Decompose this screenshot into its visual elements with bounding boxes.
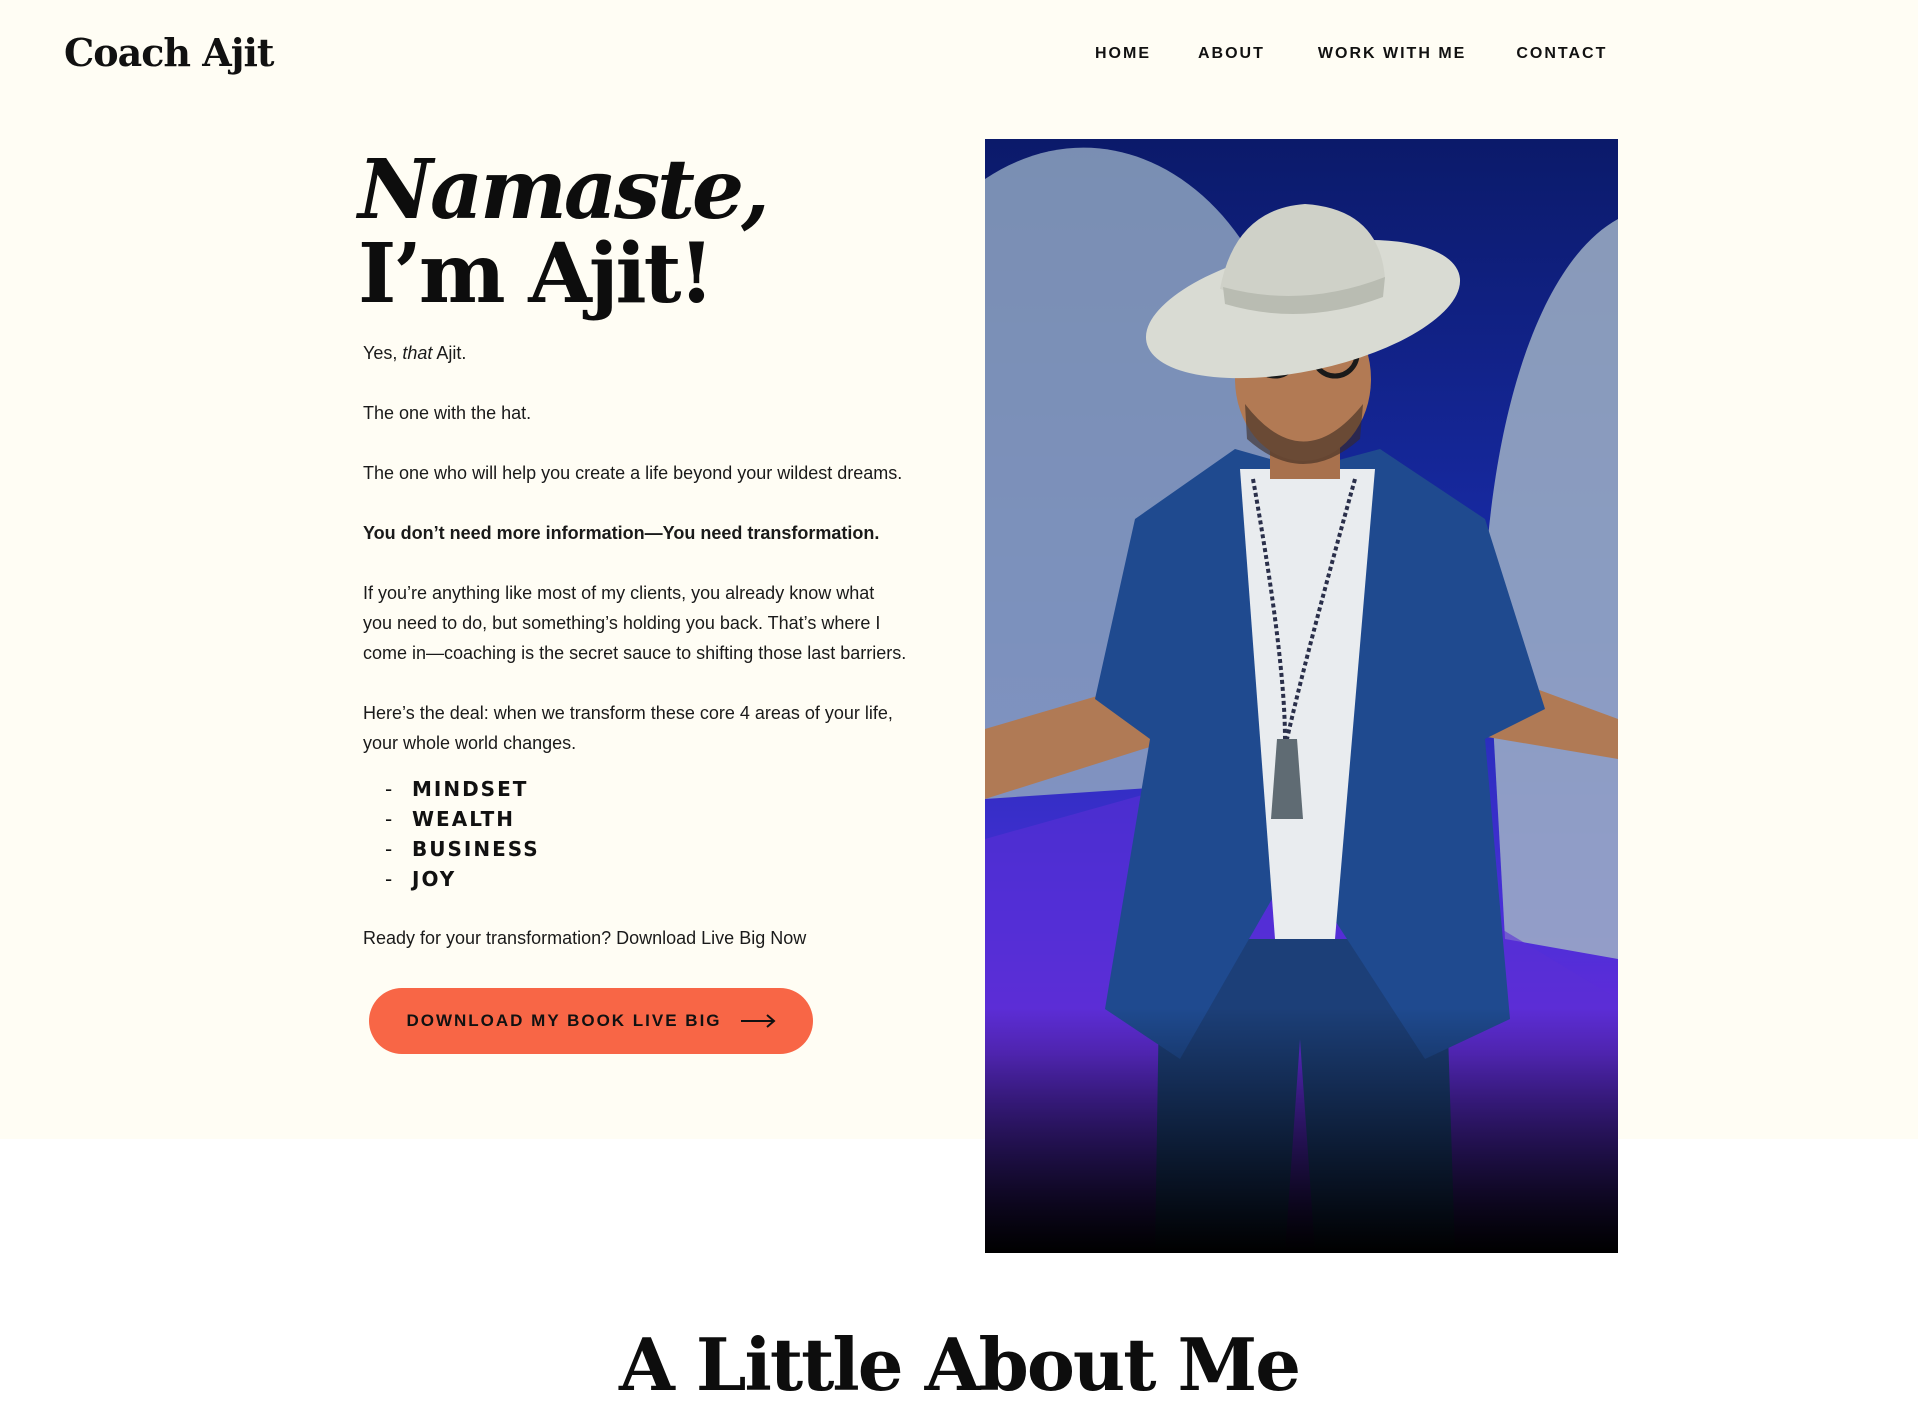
intro-paragraph-2: The one with the hat. [363, 403, 532, 423]
pillar-mindset: MINDSET [412, 777, 529, 801]
p6-line-1: Here’s the deal: when we transform these… [363, 703, 893, 723]
portrait-illustration [985, 139, 1618, 1253]
cta-lead-text: Ready for your transformation? Download … [363, 928, 807, 948]
list-item: - MINDSET [385, 774, 540, 804]
arrow-right-icon [740, 1014, 776, 1028]
portrait-photo [985, 139, 1618, 1253]
pillars-list: - MINDSET - WEALTH - BUSINESS - JOY [385, 774, 540, 894]
intro-prefix: Yes, [363, 343, 403, 363]
intro-paragraph-5: If you’re anything like most of my clien… [363, 578, 933, 668]
intro-paragraph-6: Here’s the deal: when we transform these… [363, 698, 933, 758]
hero-background [0, 0, 1918, 1139]
list-dash: - [385, 867, 395, 891]
p6-line-2: your whole world changes. [363, 733, 577, 753]
site-logo[interactable]: Coach Ajit [64, 30, 274, 75]
pillar-joy: JOY [412, 867, 457, 891]
list-item: - JOY [385, 864, 540, 894]
page: Coach Ajit HOME ABOUT WORK WITH ME CONTA… [0, 0, 1918, 1412]
main-nav: HOME ABOUT WORK WITH ME CONTACT [1095, 45, 1607, 63]
nav-work-with-me[interactable]: WORK WITH ME [1318, 45, 1466, 63]
pillar-business: BUSINESS [412, 837, 540, 861]
p5-line-1: If you’re anything like most of my clien… [363, 583, 875, 603]
intro-emphasis: that [402, 343, 433, 363]
list-dash: - [385, 807, 395, 831]
list-item: - BUSINESS [385, 834, 540, 864]
intro-paragraph-4: You don’t need more information—You need… [363, 523, 880, 543]
download-book-label: DOWNLOAD MY BOOK LIVE BIG [406, 1011, 722, 1030]
intro-suffix: Ajit. [432, 343, 467, 363]
hero-title: Namaste, I’m Ajit! [358, 142, 770, 322]
list-dash: - [385, 777, 395, 801]
p5-line-2: you need to do, but something’s holding … [363, 613, 881, 633]
p5-line-3: come in—coaching is the secret sauce to … [363, 643, 907, 663]
download-book-button[interactable]: DOWNLOAD MY BOOK LIVE BIG [369, 988, 813, 1054]
hero-title-line-1: Namaste, [358, 142, 770, 238]
intro-paragraph-1: Yes, that Ajit. [363, 338, 933, 368]
intro-paragraph-3: The one who will help you create a life … [363, 463, 903, 483]
nav-contact[interactable]: CONTACT [1516, 45, 1607, 63]
nav-home[interactable]: HOME [1095, 45, 1151, 63]
about-section-title: A Little About Me [618, 1322, 1301, 1407]
list-dash: - [385, 837, 395, 861]
pillar-wealth: WEALTH [412, 807, 516, 831]
nav-about[interactable]: ABOUT [1198, 45, 1265, 63]
hero-title-line-2: I’m Ajit! [358, 226, 715, 322]
list-item: - WEALTH [385, 804, 540, 834]
